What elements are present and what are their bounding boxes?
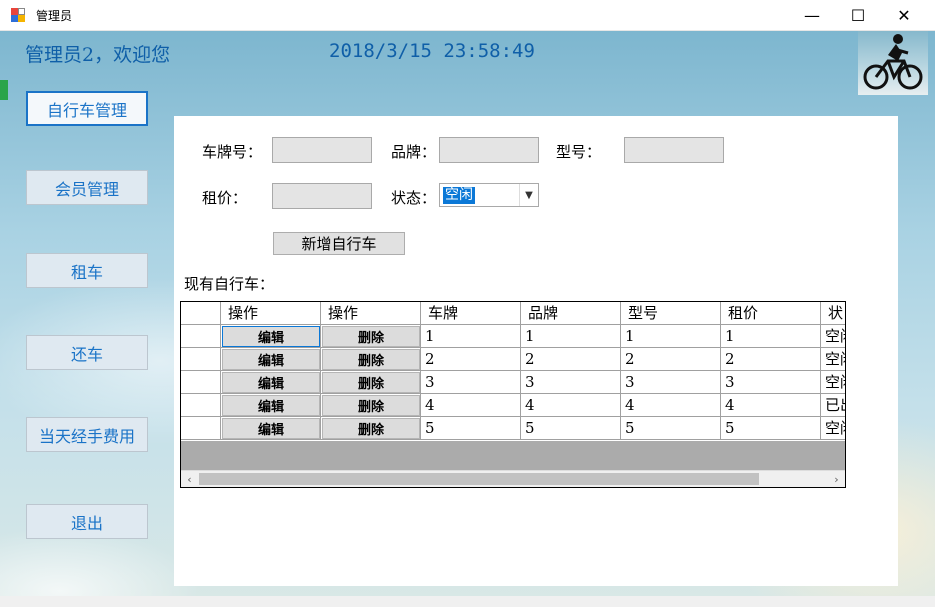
table-cell[interactable]: 2: [621, 348, 721, 371]
nav-member-management-button[interactable]: 会员管理: [26, 170, 148, 205]
table-cell[interactable]: 3: [621, 371, 721, 394]
close-button[interactable]: ✕: [881, 0, 927, 31]
delete-button[interactable]: 删除: [322, 395, 420, 416]
scroll-right-icon[interactable]: ›: [828, 471, 845, 487]
row-header[interactable]: [181, 417, 221, 440]
column-header[interactable]: 租价: [721, 302, 821, 325]
table-cell[interactable]: 5: [721, 417, 821, 440]
nav-daily-fees-button[interactable]: 当天经手费用: [26, 417, 148, 452]
table-cell[interactable]: 4: [621, 394, 721, 417]
left-edge-decoration: [0, 80, 8, 100]
delete-button[interactable]: 删除: [322, 349, 420, 370]
price-input[interactable]: [272, 183, 372, 209]
row-header[interactable]: [181, 371, 221, 394]
table-cell[interactable]: 已出: [821, 394, 845, 417]
column-header[interactable]: 车牌: [421, 302, 521, 325]
bike-management-panel: 车牌号： 品牌： 型号： 租价： 状态： 空闲 ▼ 新增自行车 现有自行车： 操…: [174, 116, 898, 586]
window-title: 管理员: [36, 9, 73, 23]
table-cell[interactable]: 3: [421, 371, 521, 394]
column-header[interactable]: 状: [821, 302, 845, 325]
table-cell[interactable]: 2: [421, 348, 521, 371]
app-icon: [11, 8, 25, 22]
window-bottom-edge: [0, 596, 935, 607]
table-cell[interactable]: 4: [721, 394, 821, 417]
nav-rent-button[interactable]: 租车: [26, 253, 148, 288]
current-bikes-heading: 现有自行车：: [184, 275, 275, 293]
table-cell[interactable]: 5: [421, 417, 521, 440]
column-header[interactable]: 操作: [221, 302, 321, 325]
table-cell[interactable]: 空闲: [821, 348, 845, 371]
table-cell[interactable]: 4: [421, 394, 521, 417]
welcome-text: 管理员2，欢迎您: [25, 44, 171, 66]
edit-button[interactable]: 编辑: [222, 372, 320, 393]
nav-bike-management-button[interactable]: 自行车管理: [26, 91, 148, 126]
table-cell[interactable]: 空闲: [821, 371, 845, 394]
column-header[interactable]: 品牌: [521, 302, 621, 325]
edit-button[interactable]: 编辑: [222, 418, 320, 439]
row-header[interactable]: [181, 348, 221, 371]
row-header[interactable]: [181, 394, 221, 417]
model-input[interactable]: [624, 137, 724, 163]
minimize-icon: —: [804, 6, 820, 25]
close-icon: ✕: [897, 6, 911, 25]
table-cell[interactable]: 1: [721, 325, 821, 348]
plate-label: 车牌号：: [202, 143, 263, 161]
status-select[interactable]: 空闲 ▼: [439, 183, 539, 207]
table-cell[interactable]: 1: [621, 325, 721, 348]
table-cell[interactable]: 3: [521, 371, 621, 394]
status-selected-value: 空闲: [443, 187, 475, 204]
grid-body: 操作 操作 车牌 品牌 型号 租价 状 编辑 删除 1 1 1 1 空闲 编辑 …: [181, 302, 845, 441]
edit-button[interactable]: 编辑: [222, 349, 320, 370]
edit-button[interactable]: 编辑: [222, 395, 320, 416]
price-label: 租价：: [202, 189, 248, 207]
title-bar: 管理员 — ☐ ✕: [0, 0, 935, 31]
table-cell[interactable]: 3: [721, 371, 821, 394]
table-cell[interactable]: 空闲: [821, 325, 845, 348]
add-bike-button[interactable]: 新增自行车: [273, 232, 405, 255]
brand-input[interactable]: [439, 137, 539, 163]
delete-button[interactable]: 删除: [322, 326, 420, 347]
column-header[interactable]: 操作: [321, 302, 421, 325]
delete-button[interactable]: 删除: [322, 372, 420, 393]
chevron-down-icon[interactable]: ▼: [519, 184, 538, 206]
maximize-icon: ☐: [850, 6, 866, 25]
table-cell[interactable]: 2: [721, 348, 821, 371]
table-cell[interactable]: 5: [521, 417, 621, 440]
table-cell[interactable]: 1: [421, 325, 521, 348]
nav-exit-button[interactable]: 退出: [26, 504, 148, 539]
row-header[interactable]: [181, 325, 221, 348]
maximize-button[interactable]: ☐: [835, 0, 881, 31]
bikes-data-grid[interactable]: 操作 操作 车牌 品牌 型号 租价 状 编辑 删除 1 1 1 1 空闲 编辑 …: [180, 301, 846, 488]
table-cell[interactable]: 1: [521, 325, 621, 348]
status-label: 状态：: [391, 189, 437, 207]
table-cell[interactable]: 5: [621, 417, 721, 440]
column-header[interactable]: 型号: [621, 302, 721, 325]
scroll-left-icon[interactable]: ‹: [181, 471, 198, 487]
delete-button[interactable]: 删除: [322, 418, 420, 439]
horizontal-scrollbar[interactable]: ‹ ›: [181, 470, 845, 487]
scroll-thumb[interactable]: [199, 473, 759, 485]
row-header-corner: [181, 302, 221, 325]
table-cell[interactable]: 4: [521, 394, 621, 417]
cyclist-icon: [858, 31, 928, 95]
datetime-display: 2018/3/15 23:58:49: [329, 40, 535, 62]
brand-label: 品牌：: [391, 143, 437, 161]
plate-input[interactable]: [272, 137, 372, 163]
table-cell[interactable]: 空闲: [821, 417, 845, 440]
minimize-button[interactable]: —: [789, 0, 835, 31]
table-cell[interactable]: 2: [521, 348, 621, 371]
edit-button[interactable]: 编辑: [222, 326, 320, 347]
nav-return-button[interactable]: 还车: [26, 335, 148, 370]
model-label: 型号：: [556, 143, 602, 161]
